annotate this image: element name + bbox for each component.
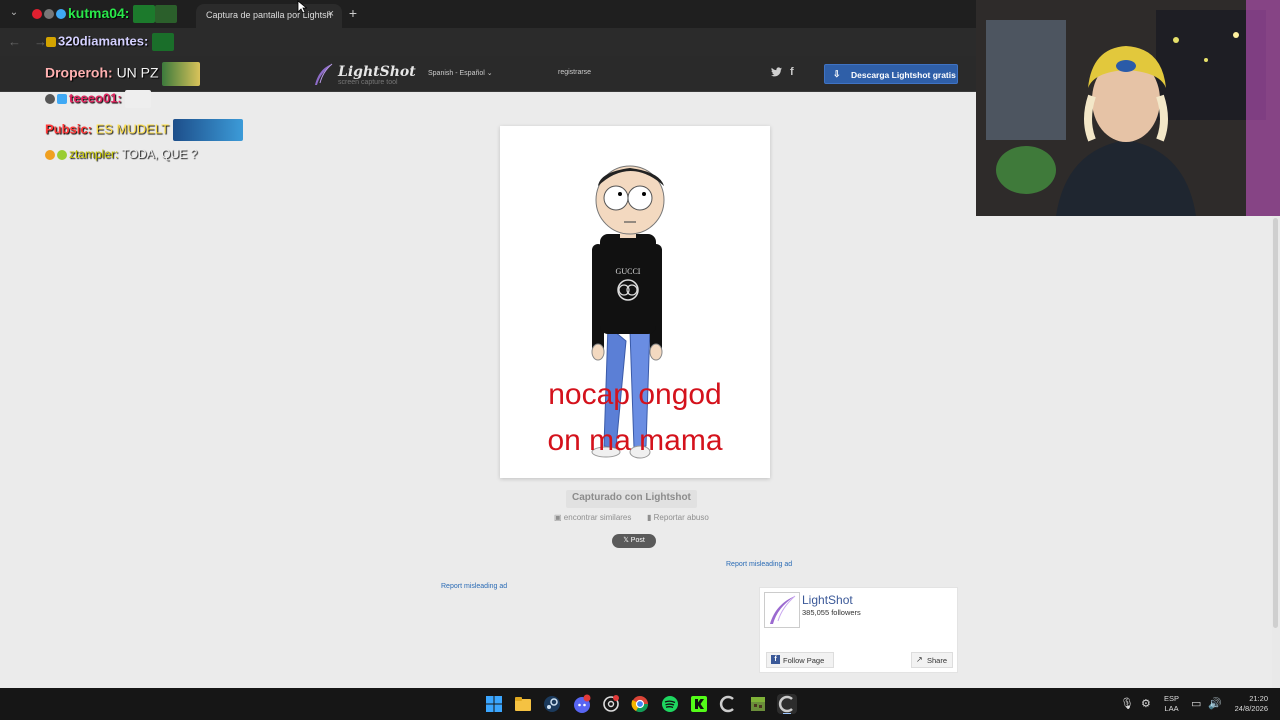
- feather-icon: [315, 63, 333, 85]
- chat-username: Pubsic:: [45, 121, 92, 137]
- emote-icon: [172, 119, 243, 141]
- chat-text: UN PZ: [116, 64, 159, 81]
- find-similar-link[interactable]: ▣ encontrar similares: [554, 513, 631, 522]
- logo-name: LightShot: [338, 64, 416, 80]
- new-tab-button[interactable]: +: [346, 5, 360, 21]
- steam-icon[interactable]: [542, 694, 562, 714]
- badge-icon: [57, 94, 67, 104]
- emote-icon: [125, 90, 152, 108]
- language-selector[interactable]: Spanish - Español ⌄: [428, 69, 493, 77]
- caption-line-1: nocap ongod: [548, 378, 722, 411]
- close-tab-icon[interactable]: ×: [328, 8, 334, 20]
- follow-page-button[interactable]: f Follow Page: [766, 652, 834, 668]
- follow-page-label: Follow Page: [783, 656, 825, 665]
- webcam-overlay: [976, 0, 1280, 216]
- scrollbar-thumb[interactable]: [1273, 218, 1278, 628]
- microphone-icon[interactable]: 🎙: [1120, 697, 1134, 710]
- facebook-followers-count: 385,055 followers: [802, 608, 861, 617]
- report-abuse-label: Reportar abuso: [653, 513, 709, 522]
- badge-icon: [56, 9, 66, 20]
- chat-message: kutma04:: [32, 5, 178, 24]
- discord-icon[interactable]: [572, 694, 592, 714]
- emote-icon: [162, 62, 201, 86]
- share-icon: ↗: [916, 655, 923, 664]
- date-label: 24/8/2026: [1234, 704, 1268, 713]
- screenshot-caption: nocap ongod on ma mama: [500, 372, 770, 464]
- report-misleading-ad-link[interactable]: Report misleading ad: [441, 583, 507, 590]
- post-label: Post: [630, 537, 645, 544]
- find-similar-label: encontrar similares: [563, 513, 632, 522]
- report-misleading-ad-link[interactable]: Report misleading ad: [726, 561, 792, 568]
- language-label: Spanish - Español: [428, 70, 485, 77]
- chat-username: kutma04:: [68, 5, 130, 21]
- x-logo-icon: 𝕏: [623, 537, 629, 544]
- facebook-page-name[interactable]: LightShot: [802, 593, 853, 607]
- ccleaner-icon[interactable]: [718, 694, 738, 714]
- logo-tagline: screen capture tool: [338, 79, 398, 86]
- flag-icon: ▮: [647, 513, 652, 522]
- download-icon: ⇩: [833, 69, 841, 79]
- badge-icon: [57, 149, 67, 160]
- download-lightshot-button[interactable]: ⇩ Descarga Lightshot gratis: [824, 64, 958, 84]
- image-icon: ▣: [554, 513, 562, 522]
- chat-message: Droperoh: UN PZ: [45, 62, 201, 86]
- chat-username: Droperoh:: [45, 64, 113, 81]
- shirt-text: GUCCI: [616, 267, 641, 276]
- caption-line-2: on ma mama: [547, 424, 723, 457]
- chat-username: ztampler:: [69, 147, 119, 161]
- tab-title: Captura de pantalla por Lightsh: [206, 10, 332, 20]
- system-tray-icon[interactable]: ⚙: [1141, 697, 1151, 710]
- clock[interactable]: 21:20 24/8/2026: [1226, 694, 1268, 714]
- chat-message: Pubsic: ES MUDELT: [45, 119, 243, 141]
- twitter-icon[interactable]: [771, 67, 782, 80]
- chat-text: TODA, QUE ?: [121, 147, 198, 161]
- captured-with-lightshot-label: Capturado con Lightshot: [566, 490, 697, 508]
- file-explorer-icon[interactable]: [513, 694, 533, 714]
- keyboard-language[interactable]: ESP LAA: [1164, 694, 1179, 714]
- emote-icon: [155, 5, 178, 24]
- report-abuse-link[interactable]: ▮ Reportar abuso: [647, 513, 709, 522]
- badge-icon: [46, 37, 56, 47]
- kick-icon[interactable]: [689, 694, 709, 714]
- badge-icon: [45, 149, 55, 160]
- download-button-label: Descarga Lightshot gratis: [851, 70, 956, 80]
- language-code: ESP: [1164, 694, 1180, 703]
- lightshot-page-avatar[interactable]: [764, 592, 800, 628]
- volume-icon[interactable]: 🔊: [1208, 697, 1222, 710]
- chat-username: 320diamantes:: [58, 33, 149, 49]
- lightshot-logo[interactable]: LightShot screen capture tool: [312, 62, 416, 88]
- chat-text: ES MUDELT: [95, 121, 170, 137]
- browser-tab-active[interactable]: Captura de pantalla por Lightsh ×: [196, 4, 342, 28]
- layout-code: LAA: [1164, 704, 1179, 713]
- tab-list-chevron-icon[interactable]: ⌄: [6, 5, 22, 21]
- share-button[interactable]: ↗ Share: [911, 652, 953, 668]
- lightshot-taskbar-icon[interactable]: [777, 694, 797, 715]
- chat-message: teeeo01:: [45, 90, 152, 108]
- back-button[interactable]: ←: [8, 34, 21, 49]
- facebook-icon: f: [771, 655, 780, 664]
- windows-start-icon[interactable]: [484, 694, 504, 714]
- badge-icon: [45, 94, 55, 104]
- spotify-icon[interactable]: [660, 694, 680, 714]
- streamer-webcam-image: [976, 0, 1280, 216]
- minecraft-icon[interactable]: [748, 694, 768, 714]
- mouse-cursor-icon: [297, 0, 307, 14]
- network-icon[interactable]: ▭: [1191, 697, 1201, 710]
- chrome-icon[interactable]: [630, 694, 650, 714]
- badge-icon: [44, 9, 54, 20]
- chat-message: ztampler: TODA, QUE ?: [45, 147, 197, 161]
- chatgpt-icon[interactable]: [601, 694, 621, 714]
- share-label: Share: [927, 656, 948, 665]
- facebook-icon[interactable]: f: [790, 66, 794, 78]
- chat-username: teeeo01:: [69, 90, 122, 106]
- emote-icon: [133, 5, 156, 24]
- time-label: 21:20: [1249, 694, 1268, 703]
- chat-message: 320diamantes:: [46, 33, 174, 51]
- x-post-button[interactable]: 𝕏 Post: [612, 534, 656, 548]
- register-link[interactable]: registrarse: [558, 69, 591, 76]
- emote-icon: [151, 33, 174, 51]
- badge-icon: [32, 9, 42, 20]
